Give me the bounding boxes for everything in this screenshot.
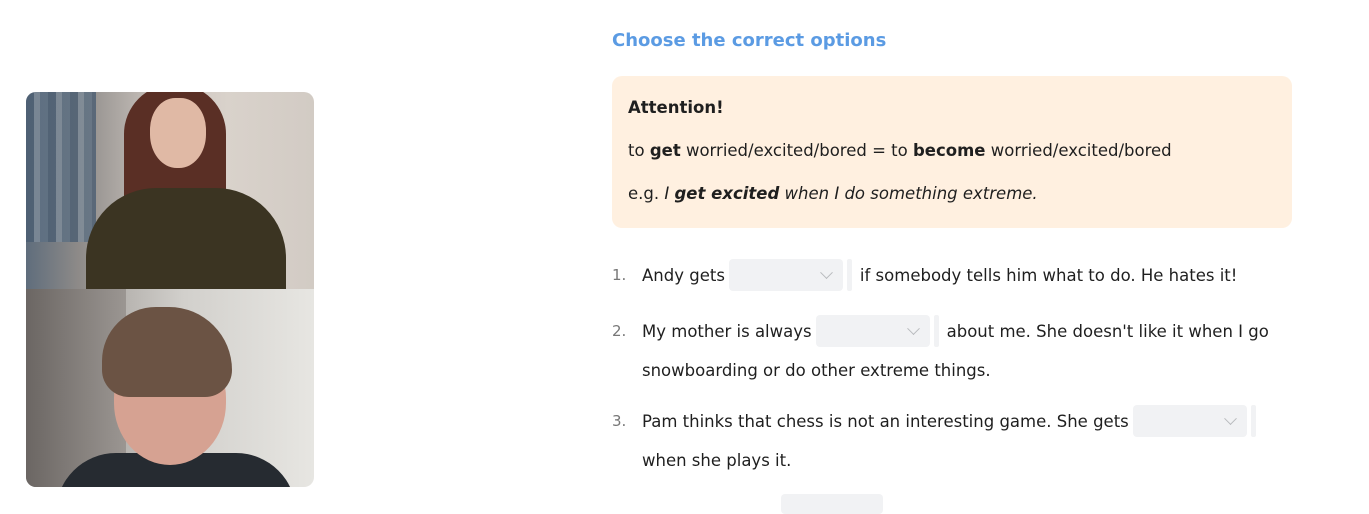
video-call-panel <box>26 92 314 487</box>
exercise-title: Choose the correct options <box>612 30 887 51</box>
chevron-down-icon <box>906 321 920 335</box>
chevron-down-icon <box>820 265 833 279</box>
background-curtain <box>26 92 96 242</box>
item-text-before: Andy gets <box>642 265 725 285</box>
item-text-continuation: snowboarding or do other extreme things. <box>642 361 991 380</box>
chevron-down-icon <box>1223 411 1237 425</box>
answer-dropdown[interactable] <box>728 259 843 291</box>
item-number: 3. <box>612 412 627 430</box>
answer-dropdown-partial[interactable] <box>781 494 883 514</box>
item-text-after: if somebody tells him what to do. He hat… <box>859 265 1238 285</box>
item-number: 1. <box>612 266 627 284</box>
item-text-continuation: when she plays it. <box>642 451 792 470</box>
answer-dropdown[interactable] <box>1132 405 1247 437</box>
participant-video-2 <box>26 289 314 487</box>
attention-box: Attention! to get worried/excited/bored … <box>612 76 1292 228</box>
attention-rule: to get worried/excited/bored = to become… <box>628 141 1172 160</box>
item-text-before: My mother is always <box>642 321 812 341</box>
item-text-after: about me. She doesn't like it when I go <box>946 321 1269 341</box>
participant-hair <box>102 307 232 397</box>
item-number: 2. <box>612 322 627 340</box>
attention-heading: Attention! <box>628 98 724 117</box>
participant-sweater <box>86 188 286 289</box>
participant-face <box>150 98 206 168</box>
participant-video-1 <box>26 92 314 289</box>
answer-dropdown[interactable] <box>815 315 930 347</box>
item-text-before: Pam thinks that chess is not an interest… <box>642 411 1129 431</box>
attention-example: e.g. I get excited when I do something e… <box>628 184 1038 203</box>
